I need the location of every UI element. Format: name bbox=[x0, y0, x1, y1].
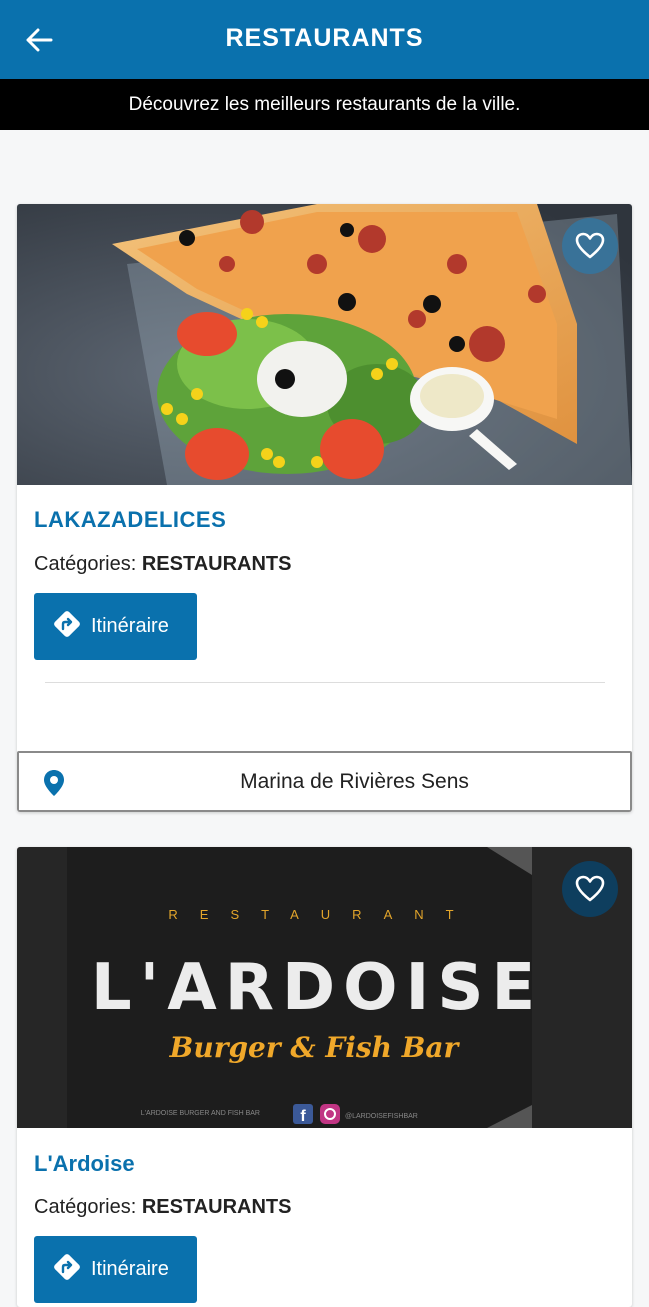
categories-label: Catégories: bbox=[34, 1196, 137, 1218]
category-value: RESTAURANTS bbox=[141, 553, 292, 575]
itinerary-button[interactable]: Itinéraire bbox=[34, 593, 197, 660]
directions-icon bbox=[52, 609, 82, 645]
logo-top-text: RESTAURANT bbox=[168, 907, 475, 922]
svg-text:f: f bbox=[300, 1108, 306, 1125]
restaurant-logo-image: RESTAURANT L'ARDOISE Burger & Fish Bar L… bbox=[17, 847, 632, 1128]
restaurant-card[interactable]: RESTAURANT L'ARDOISE Burger & Fish Bar L… bbox=[17, 847, 632, 1307]
divider bbox=[45, 682, 605, 683]
address-text: Marina de Rivières Sens bbox=[240, 770, 469, 793]
subtitle-banner: Découvrez les meilleurs restaurants de l… bbox=[0, 79, 649, 130]
logo-footer-right: @LARDOISEFISHBAR bbox=[345, 1113, 418, 1120]
restaurant-photo bbox=[17, 204, 632, 485]
category-line: Catégories: RESTAURANTS bbox=[34, 553, 291, 576]
directions-icon bbox=[52, 1252, 82, 1288]
restaurant-name[interactable]: LAKAZADELICES bbox=[34, 507, 226, 533]
category-line: Catégories: RESTAURANTS bbox=[34, 1196, 291, 1219]
page-title: RESTAURANTS bbox=[225, 24, 424, 52]
location-pin-icon bbox=[43, 769, 65, 802]
logo-sub-text: Burger & Fish Bar bbox=[169, 1031, 461, 1064]
itinerary-label: Itinéraire bbox=[91, 1258, 169, 1280]
logo-main-text: L'ARDOISE bbox=[91, 951, 543, 1025]
address-button[interactable]: Marina de Rivières Sens bbox=[17, 751, 632, 812]
logo-footer-left: L'ARDOISE BURGER AND FISH BAR bbox=[141, 1110, 260, 1117]
category-value: RESTAURANTS bbox=[141, 1196, 292, 1218]
categories-label: Catégories: bbox=[34, 553, 137, 575]
app-bar: RESTAURANTS bbox=[0, 0, 649, 79]
itinerary-label: Itinéraire bbox=[91, 615, 169, 637]
restaurant-card[interactable]: LAKAZADELICES Catégories: RESTAURANTS It… bbox=[17, 204, 632, 812]
restaurant-name[interactable]: L'Ardoise bbox=[34, 1151, 135, 1177]
itinerary-button[interactable]: Itinéraire bbox=[34, 1236, 197, 1303]
favorite-heart-icon[interactable] bbox=[562, 218, 618, 274]
favorite-heart-icon[interactable] bbox=[562, 861, 618, 917]
